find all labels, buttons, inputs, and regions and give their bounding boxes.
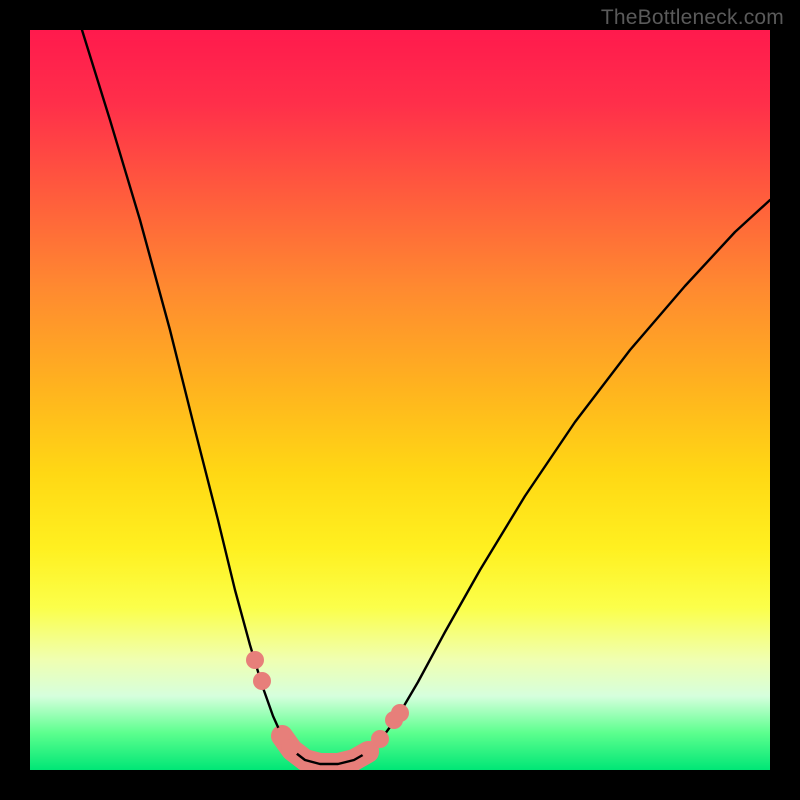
bottleneck-curve — [82, 30, 770, 764]
curve-marker — [253, 672, 271, 690]
chart-frame: TheBottleneck.com — [0, 0, 800, 800]
curve-marker — [281, 739, 299, 757]
curve-marker — [371, 730, 389, 748]
curve-marker — [246, 651, 264, 669]
plot-area — [30, 30, 770, 770]
curve-svg — [30, 30, 770, 770]
marker-group — [246, 651, 409, 759]
curve-marker — [391, 704, 409, 722]
watermark-text: TheBottleneck.com — [601, 6, 784, 30]
